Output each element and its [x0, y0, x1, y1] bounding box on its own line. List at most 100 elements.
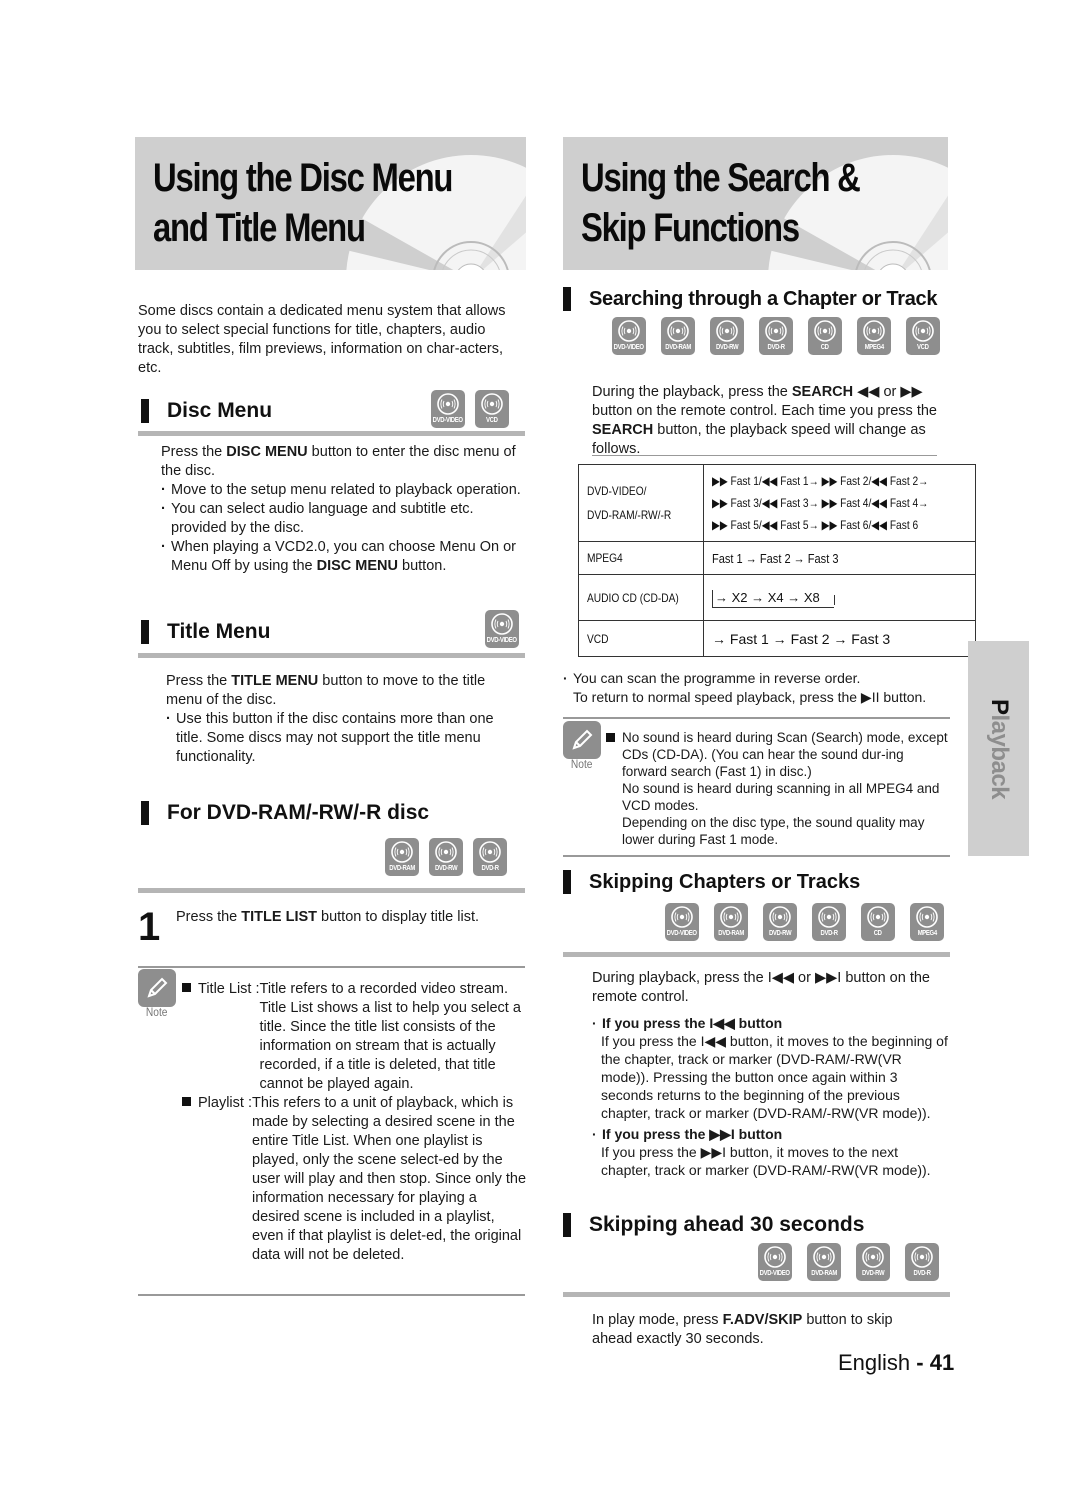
- heading-text: For DVD-RAM/-RW/-R disc: [167, 801, 430, 824]
- note-body: Title List : Title refers to a recorded …: [182, 980, 527, 1265]
- left-banner: Using the Disc Menu and Title Menu: [135, 137, 526, 270]
- search-heading: Searching through a Chapter or Track: [563, 287, 937, 311]
- disc-format-dvd-video-icon: DVD-VIDEO: [612, 317, 646, 355]
- bullet: You can select audio language and subtit…: [161, 500, 523, 538]
- page-footer: English - 41: [838, 1350, 955, 1375]
- disc-format-dvd-rw-icon: DVD-RW: [856, 1243, 890, 1281]
- right-banner: Using the Search & Skip Functions: [563, 137, 948, 270]
- divider: [563, 1292, 950, 1297]
- disc-format-dvd-r-icon: DVD-R: [759, 317, 793, 355]
- disc-format-dvd-video-icon: DVD-VIDEO: [485, 610, 519, 648]
- disc-format-dvd-ram-icon: DVD-RAM: [385, 838, 419, 876]
- table-row: MPEG4 Fast 1 → Fast 2 → Fast 3: [578, 541, 976, 575]
- heading-text: Disc Menu: [167, 399, 273, 422]
- heading-bar: [141, 399, 149, 423]
- heading-text: Searching through a Chapter or Track: [589, 287, 938, 310]
- speed-cell: → Fast 1 → Fast 2 → Fast 3: [703, 620, 976, 657]
- square-bullet-icon: [182, 1097, 191, 1106]
- section-tab-playback: Playback: [968, 641, 1029, 856]
- disc-format-cd-icon: CD: [861, 903, 895, 941]
- disc-format-mpeg4-icon: MPEG4: [857, 317, 891, 355]
- step-text: Press the TITLE LIST button to display t…: [176, 909, 479, 925]
- disc-type-cell: VCD: [578, 620, 704, 657]
- disc-format-vcd-icon: VCD: [475, 390, 509, 428]
- skip-para: During playback, press the I◀◀ or ▶▶I bu…: [592, 970, 930, 1005]
- bullet: You can scan the programme in reverse or…: [563, 669, 953, 688]
- disc-type-cell: AUDIO CD (CD-DA): [578, 574, 704, 621]
- bullet: Move to the setup menu related to playba…: [161, 481, 523, 500]
- disc-menu-para: Press the DISC MENU button to enter the …: [161, 444, 516, 479]
- note-bottom-rule: [563, 855, 950, 857]
- left-banner-title: Using the Disc Menu and Title Menu: [153, 156, 453, 250]
- scan-note: You can scan the programme in reverse or…: [563, 669, 953, 707]
- speed-cell: → X2 → X4 → X8: [703, 574, 976, 621]
- disc-format-dvd-r-icon: DVD-R: [812, 903, 846, 941]
- disc-format-dvd-rw-icon: DVD-RW: [710, 317, 744, 355]
- speed-cell: Fast 1 → Fast 2 → Fast 3: [703, 541, 976, 575]
- intro-text: Some discs contain a dedicated menu syst…: [138, 303, 506, 376]
- divider: [138, 653, 525, 658]
- disc-format-dvd-r-icon: DVD-R: [905, 1243, 939, 1281]
- divider: [138, 888, 525, 893]
- heading-bar: [141, 801, 149, 825]
- heading-bar: [141, 620, 149, 644]
- disc-format-cd-icon: CD: [808, 317, 842, 355]
- note-pencil-icon: [138, 969, 176, 1007]
- note-item: No sound is heard during Scan (Search) m…: [606, 729, 951, 848]
- search-para: During the playback, press the SEARCH ◀◀…: [592, 384, 937, 457]
- disc-type-cell: DVD-VIDEO/DVD-RAM/-RW/-R: [578, 464, 704, 542]
- title-menu-para: Press the TITLE MENU button to move to t…: [166, 673, 486, 708]
- footer-language: English: [838, 1350, 911, 1375]
- disc-format-dvd-ram-icon: DVD-RAM: [807, 1243, 841, 1281]
- note-label: Note: [145, 1005, 168, 1019]
- square-bullet-icon: [606, 733, 615, 742]
- section-tab-label: Playback: [985, 698, 1013, 799]
- search-disc-icons: DVD-VIDEO DVD-RAM DVD-RW DVD-R CD MPEG4 VCD: [612, 317, 940, 355]
- speed-cell: ▶▶ Fast 1/◀◀ Fast 1→ ▶▶ Fast 2/◀◀ Fast 2…: [703, 464, 976, 542]
- table-row: DVD-VIDEO/DVD-RAM/-RW/-R ▶▶ Fast 1/◀◀ Fa…: [578, 464, 976, 542]
- disc-type-cell: MPEG4: [578, 541, 704, 575]
- square-bullet-icon: [182, 983, 191, 992]
- note-item: Title List : Title refers to a recorded …: [182, 980, 527, 1094]
- skip30-para: In play mode, press F.ADV/SKIP button to…: [592, 1312, 893, 1347]
- disc-format-mpeg4-icon: MPEG4: [910, 903, 944, 941]
- heading-bar: [563, 1213, 571, 1237]
- bullet-continuation: To return to normal speed playback, pres…: [573, 689, 927, 705]
- disc-menu-body: Press the DISC MENU button to enter the …: [161, 443, 523, 576]
- divider: [563, 952, 950, 957]
- heading-text: Skipping Chapters or Tracks: [589, 870, 861, 893]
- note-body: No sound is heard during Scan (Search) m…: [606, 729, 951, 848]
- disc-format-dvd-video-icon: DVD-VIDEO: [758, 1243, 792, 1281]
- note-bottom-rule: [138, 1294, 525, 1296]
- disc-format-dvd-video-icon: DVD-VIDEO: [665, 903, 699, 941]
- step-number: 1: [138, 905, 161, 949]
- disc-format-dvd-rw-icon: DVD-RW: [763, 903, 797, 941]
- skip30-disc-icons: DVD-VIDEO DVD-RAM DVD-RW DVD-R: [758, 1243, 939, 1281]
- table-row: VCD → Fast 1 → Fast 2 → Fast 3: [578, 620, 976, 657]
- disc-format-vcd-icon: VCD: [906, 317, 940, 355]
- note-pencil-icon: [563, 721, 601, 759]
- skip-subsections: If you press the I◀◀ button If you press…: [592, 1014, 950, 1179]
- heading-text: Skipping ahead 30 seconds: [589, 1213, 865, 1236]
- table-row: AUDIO CD (CD-DA) → X2 → X4 → X8: [578, 574, 976, 621]
- title-menu-body: Press the TITLE MENU button to move to t…: [166, 672, 523, 767]
- disc-format-dvd-ram-icon: DVD-RAM: [714, 903, 748, 941]
- heading-text: Title Menu: [167, 620, 271, 643]
- note-top-rule: [138, 966, 525, 968]
- disc-format-dvd-rw-icon: DVD-RW: [429, 838, 463, 876]
- dvd-ram-heading: For DVD-RAM/-RW/-R disc: [141, 801, 429, 825]
- disc-format-dvd-r-icon: DVD-R: [473, 838, 507, 876]
- disc-format-dvd-video-icon: DVD-VIDEO: [431, 390, 465, 428]
- disc-menu-disc-icons: DVD-VIDEO VCD: [431, 390, 509, 428]
- disc-format-dvd-ram-icon: DVD-RAM: [661, 317, 695, 355]
- skip-heading: Skipping Chapters or Tracks: [563, 870, 860, 894]
- divider: [592, 455, 937, 456]
- sub-title: If you press the I◀◀ button: [592, 1014, 950, 1032]
- dvd-ram-disc-icons: DVD-RAM DVD-RW DVD-R: [385, 838, 507, 876]
- bullet: Use this button if the disc contains mor…: [166, 710, 523, 767]
- note-top-rule: [563, 717, 950, 719]
- right-banner-title: Using the Search & Skip Functions: [581, 156, 861, 250]
- skip30-heading: Skipping ahead 30 seconds: [563, 1213, 864, 1237]
- page-number: 41: [929, 1350, 955, 1375]
- heading-bar: [563, 287, 571, 311]
